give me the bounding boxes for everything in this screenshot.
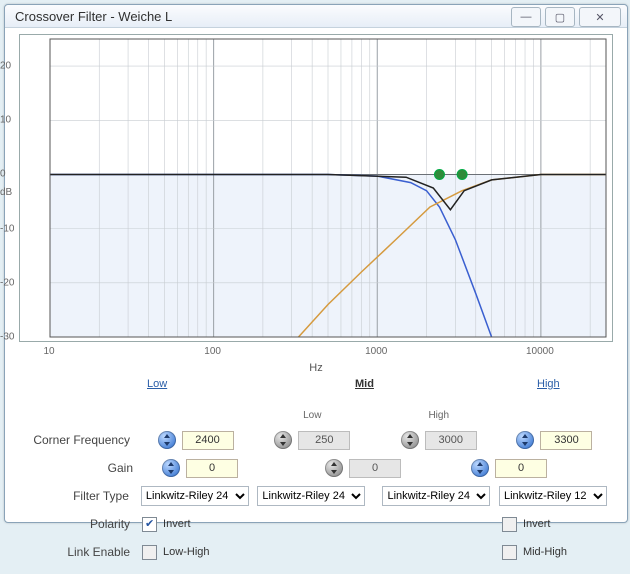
filter-type-row: Filter Type Linkwitz-Riley 12Linkwitz-Ri… [25,482,607,510]
title-bar: Crossover Filter - Weiche L ― ▢ ✕ [5,5,627,28]
corner-freq-label: Corner Frequency [25,433,142,447]
high-invert-checkbox[interactable]: ✔ [502,517,517,532]
mid-gain-field[interactable]: 0 [349,459,401,478]
knob-mid-low-corner[interactable] [274,431,292,449]
low-corner-field[interactable]: 2400 [182,431,234,450]
low-high-link-label: Low-High [163,546,209,558]
band-link-mid[interactable]: Mid [355,378,374,390]
band-link-row: Low Mid High [25,378,607,394]
minimize-button[interactable]: ― [511,7,541,27]
corner-freq-row: Corner Frequency 2400 250 3000 3300 [25,426,607,454]
knob-mid-high-corner[interactable] [401,431,419,449]
maximize-button[interactable]: ▢ [545,7,575,27]
gain-label: Gain [25,461,145,475]
controls-grid: Low High Corner Frequency 2400 250 3000 [25,404,607,566]
low-invert-checkbox[interactable]: ✔ [142,517,157,532]
client-area: dB -30-20-1001020 10100100010000 Hz Low … [5,28,627,574]
sub-low-label: Low [303,410,321,421]
knob-high-gain[interactable] [471,459,489,477]
filter-type-label: Filter Type [25,489,141,503]
link-enable-row: Link Enable ✔ Low-High ✔ Mid-High [25,538,607,566]
low-gain-field[interactable]: 0 [186,459,238,478]
crossover-window: Crossover Filter - Weiche L ― ▢ ✕ dB -30… [4,4,628,523]
mid-high-corner-field[interactable]: 3000 [425,431,477,450]
sublabel-row: Low High [25,404,607,426]
polarity-row: Polarity ✔ Invert ✔ Invert [25,510,607,538]
high-filter-select[interactable]: Linkwitz-Riley 12Linkwitz-Riley 24Linkwi… [499,486,607,506]
link-enable-label: Link Enable [25,545,142,559]
low-filter-select[interactable]: Linkwitz-Riley 12Linkwitz-Riley 24Linkwi… [141,486,249,506]
mid-high-filter-select[interactable]: Linkwitz-Riley 12Linkwitz-Riley 24Linkwi… [382,486,490,506]
knob-mid-gain[interactable] [325,459,343,477]
mid-high-link-label: Mid-High [523,546,567,558]
y-axis-label: dB [0,187,12,198]
band-link-high[interactable]: High [537,378,560,390]
close-button[interactable]: ✕ [579,7,621,27]
low-invert-label: Invert [163,518,191,530]
knob-low-gain[interactable] [162,459,180,477]
knob-high-corner[interactable] [516,431,534,449]
x-axis-label: Hz [13,362,619,374]
response-plot: dB -30-20-1001020 [19,34,613,342]
band-link-low[interactable]: Low [147,378,167,390]
high-invert-label: Invert [523,518,551,530]
x-axis-ticks: 10100100010000 [19,346,613,360]
window-title: Crossover Filter - Weiche L [15,9,172,24]
high-gain-field[interactable]: 0 [495,459,547,478]
gain-row: Gain 0 0 0 [25,454,607,482]
low-high-link-checkbox[interactable]: ✔ [142,545,157,560]
high-corner-field[interactable]: 3300 [540,431,592,450]
mid-high-link-checkbox[interactable]: ✔ [502,545,517,560]
mid-low-filter-select[interactable]: Linkwitz-Riley 12Linkwitz-Riley 24Linkwi… [257,486,365,506]
sub-high-label: High [428,410,449,421]
mid-low-corner-field[interactable]: 250 [298,431,350,450]
knob-low-corner[interactable] [158,431,176,449]
polarity-label: Polarity [25,517,142,531]
